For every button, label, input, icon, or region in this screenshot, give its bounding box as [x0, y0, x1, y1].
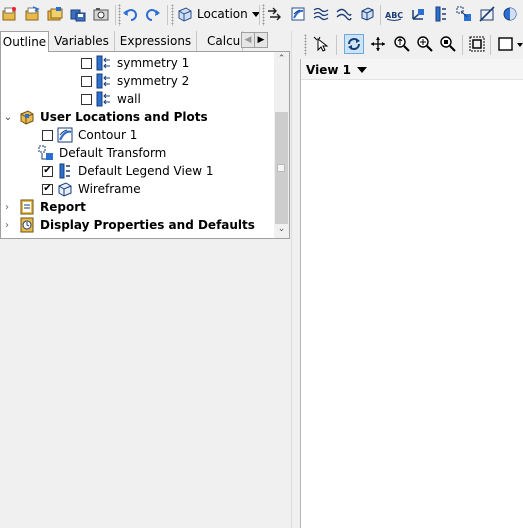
viewport-layout-icon[interactable]: [497, 35, 515, 53]
tab-expressions[interactable]: Expressions: [115, 31, 197, 51]
outline-tab-bar: Outline Variables Expressions Calcula ◀ …: [0, 31, 290, 52]
text-icon[interactable]: ABC: [385, 5, 403, 23]
pan-icon[interactable]: [369, 35, 387, 53]
main-toolbar: Location ABC: [0, 0, 523, 30]
zoom-fit-icon[interactable]: [439, 35, 457, 53]
chevron-down-icon: [356, 67, 367, 73]
visibility-checkbox[interactable]: [81, 75, 92, 87]
chevron-right-icon[interactable]: ›: [1, 220, 13, 231]
open-file-icon[interactable]: [23, 5, 41, 23]
boundary-icon: [96, 91, 112, 107]
graphics-viewport[interactable]: View 1: [300, 59, 523, 528]
chevron-up-icon[interactable]: ⌃: [274, 52, 289, 66]
user-locations-icon: [19, 109, 35, 125]
tree-item-report[interactable]: › Report: [1, 198, 86, 216]
view-title: View 1: [306, 63, 351, 77]
tree-item-label: User Locations and Plots: [40, 110, 208, 124]
tree-item-symmetry-2[interactable]: symmetry 2: [81, 72, 189, 90]
tree-item-label: Display Properties and Defaults: [40, 218, 255, 232]
coordinate-frame-icon[interactable]: [409, 5, 427, 23]
tree-item-wall[interactable]: wall: [81, 90, 141, 108]
tree-item-label: Default Transform: [59, 146, 167, 160]
chevron-down-icon[interactable]: [517, 43, 523, 47]
tab-calculators[interactable]: Calcula: [197, 31, 243, 51]
contour-icon: [57, 127, 73, 143]
zoom-icon[interactable]: [393, 35, 411, 53]
wireframe-icon: [57, 181, 73, 197]
tree-item-symmetry-1[interactable]: symmetry 1: [81, 54, 189, 72]
tree-item-label: Report: [40, 200, 86, 214]
camera-icon[interactable]: [92, 5, 110, 23]
tree-item-contour-1[interactable]: Contour 1: [42, 126, 137, 144]
tree-item-label: symmetry 2: [117, 74, 190, 88]
new-file-icon[interactable]: [0, 5, 18, 23]
outline-vertical-scrollbar[interactable]: ⌃ ⌄: [274, 52, 289, 238]
tree-item-label: symmetry 1: [117, 56, 190, 70]
particle-track-icon[interactable]: [335, 5, 353, 23]
visibility-checkbox[interactable]: [81, 57, 92, 69]
clip-plane-icon[interactable]: [478, 5, 496, 23]
location-icon: [177, 6, 193, 22]
boundary-icon: [96, 55, 112, 71]
visibility-checkbox[interactable]: ✔: [42, 165, 53, 177]
view-selector[interactable]: View 1: [306, 63, 367, 77]
viewport-header: View 1: [301, 59, 523, 80]
report-icon: [19, 199, 35, 215]
volume-render-icon[interactable]: [358, 5, 376, 23]
color-map-icon[interactable]: [501, 5, 519, 23]
tree-item-label: Contour 1: [78, 128, 138, 142]
legend-icon: [57, 163, 73, 179]
tree-item-default-legend-view-1[interactable]: ✔ Default Legend View 1: [42, 162, 213, 180]
transform-icon: [38, 145, 54, 161]
select-icon[interactable]: [312, 35, 330, 53]
tree-item-label: wall: [117, 92, 141, 106]
undo-icon[interactable]: [121, 5, 139, 23]
rotate-icon[interactable]: [344, 34, 364, 54]
tab-outline[interactable]: Outline: [0, 31, 49, 52]
chevron-right-icon[interactable]: ›: [1, 202, 13, 213]
display-properties-icon: [19, 217, 35, 233]
visibility-checkbox[interactable]: [81, 93, 92, 105]
redo-icon[interactable]: [144, 5, 162, 23]
legend-icon[interactable]: [432, 5, 450, 23]
tab-scroll-left-button[interactable]: ◀: [241, 32, 255, 48]
chevron-down-icon[interactable]: ⌄: [1, 112, 15, 123]
instance-transform-icon[interactable]: [455, 5, 473, 23]
tree-item-user-locations[interactable]: ⌄ User Locations and Plots: [1, 108, 208, 126]
vector-icon[interactable]: [266, 5, 284, 23]
tree-item-wireframe[interactable]: ✔ Wireframe: [42, 180, 141, 198]
tab-variables[interactable]: Variables: [49, 31, 115, 51]
location-dropdown-button[interactable]: Location: [177, 4, 260, 24]
tree-item-display-properties[interactable]: › Display Properties and Defaults: [1, 216, 255, 234]
visibility-checkbox[interactable]: [42, 129, 53, 141]
open-folder-icon[interactable]: [46, 5, 64, 23]
scrollbar-grip: [277, 164, 285, 172]
outline-tree: symmetry 1 symmetry 2 wall ⌄ User Locati…: [0, 52, 290, 239]
visibility-checkbox[interactable]: ✔: [42, 183, 53, 195]
tree-item-label: Wireframe: [78, 182, 141, 196]
probe-icon[interactable]: [468, 35, 486, 53]
zoom-box-icon[interactable]: [416, 35, 434, 53]
pane-splitter[interactable]: [291, 31, 300, 528]
chevron-right-icon: ▶: [257, 35, 265, 45]
contour-icon[interactable]: [289, 5, 307, 23]
chevron-left-icon: ◀: [244, 35, 252, 45]
location-label: Location: [197, 7, 248, 21]
streamline-icon[interactable]: [312, 5, 330, 23]
tab-scroll-right-button[interactable]: ▶: [254, 32, 268, 48]
save-icon[interactable]: [69, 5, 87, 23]
boundary-icon: [96, 73, 112, 89]
tree-item-default-transform[interactable]: Default Transform: [38, 144, 166, 162]
chevron-down-icon[interactable]: ⌄: [274, 222, 289, 236]
viewer-toolbar: [300, 31, 523, 59]
tree-item-label: Default Legend View 1: [78, 164, 214, 178]
svg-text:ABC: ABC: [385, 11, 403, 20]
